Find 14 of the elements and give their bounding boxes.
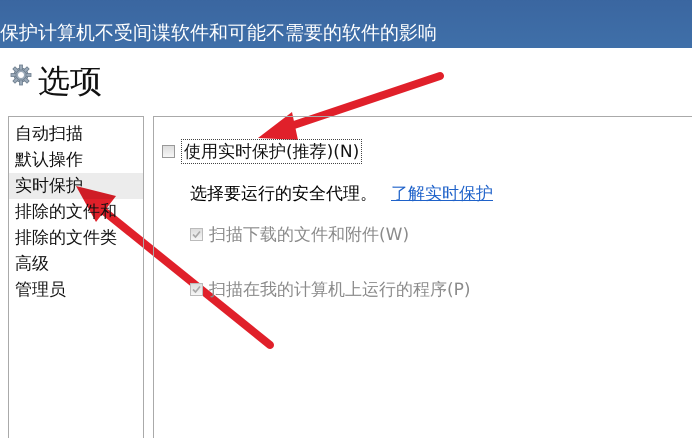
sidebar-item[interactable]: 排除的文件类 <box>9 225 143 251</box>
sidebar-item[interactable]: 自动扫描 <box>9 121 143 147</box>
gear-icon <box>10 64 32 86</box>
checkmark-icon <box>192 285 201 294</box>
checkmark-icon <box>192 230 201 239</box>
header-subtitle: 保护计算机不受间谍软件和可能不需要的软件的影响 <box>0 21 437 46</box>
sidebar-item[interactable]: 高级 <box>9 251 143 277</box>
sidebar-item[interactable]: 管理员 <box>9 277 143 303</box>
sidebar-item[interactable]: 默认操作 <box>9 147 143 173</box>
sidebar-item[interactable]: 实时保护 <box>9 173 143 199</box>
checkbox[interactable] <box>162 145 175 158</box>
agent-text: 选择要运行的安全代理。 <box>190 183 377 205</box>
help-link[interactable]: 了解实时保护 <box>391 182 493 205</box>
page-title: 选项 <box>38 61 102 102</box>
